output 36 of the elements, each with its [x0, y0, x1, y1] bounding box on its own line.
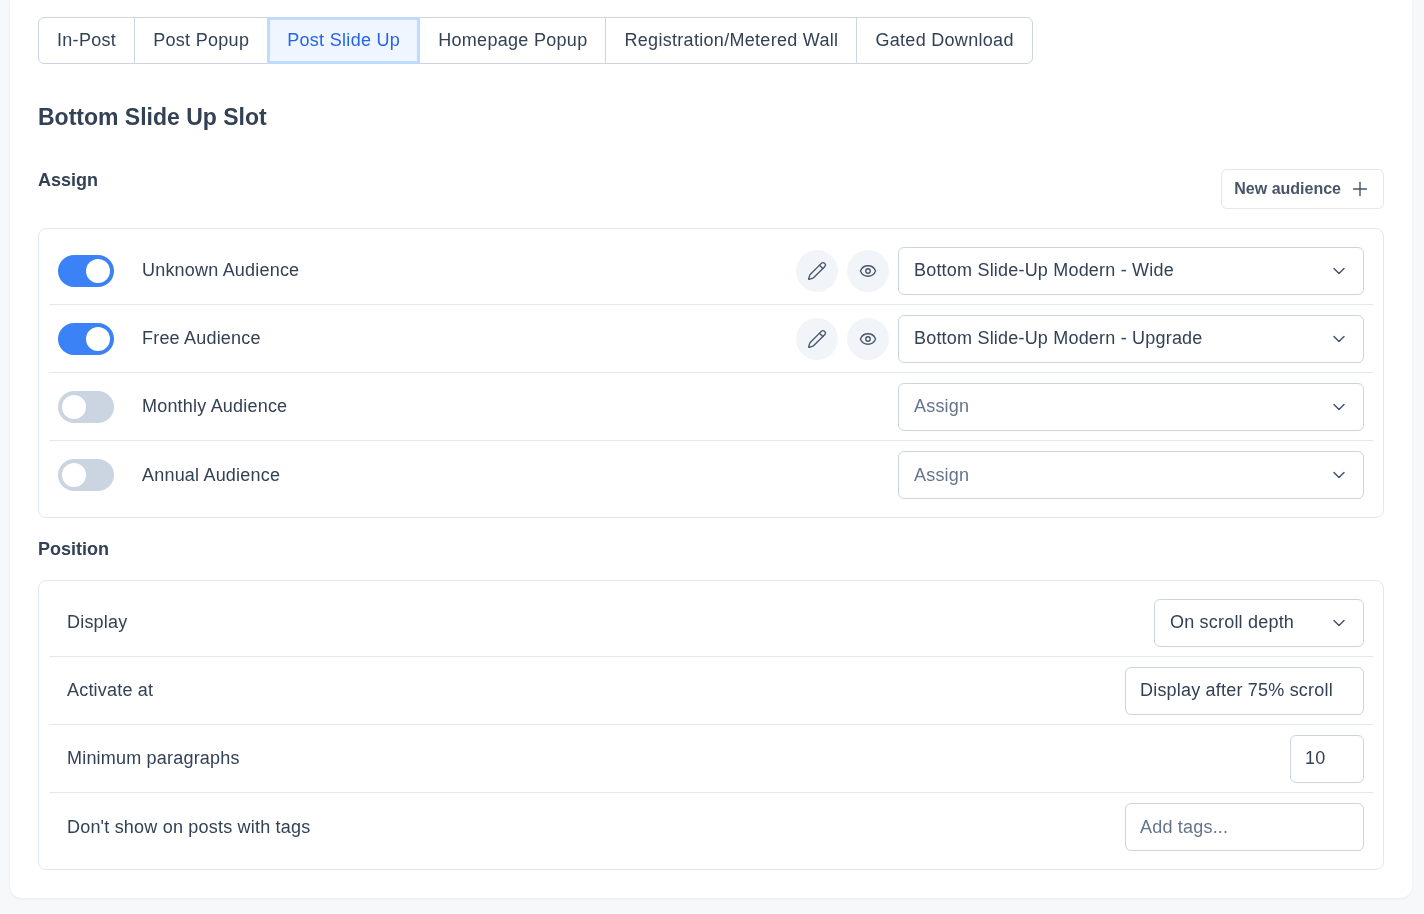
tab[interactable]: Homepage Popup — [419, 17, 607, 64]
template-select[interactable]: Bottom Slide-Up Modern - Wide — [898, 246, 1364, 295]
activate-at-field[interactable]: Display after 75% scroll — [1125, 666, 1364, 715]
setting-label: Display — [67, 612, 128, 633]
new-audience-button[interactable]: New audience — [1221, 169, 1384, 209]
paragraphs-field[interactable]: 10 — [1290, 734, 1364, 783]
tags-field[interactable]: Add tags... — [1125, 803, 1364, 851]
toggle-switch[interactable] — [58, 459, 114, 491]
template-select[interactable]: Assign — [898, 382, 1364, 431]
audience-name: Free Audience — [142, 328, 261, 349]
edit-button[interactable] — [796, 249, 838, 292]
audience-name: Unknown Audience — [142, 260, 300, 281]
template-select[interactable]: Assign — [898, 451, 1364, 499]
template-select[interactable]: Bottom Slide-Up Modern - Upgrade — [898, 314, 1364, 363]
pencil-icon — [807, 328, 827, 349]
section-heading: Assign — [38, 169, 98, 192]
tab[interactable]: Post Popup — [134, 17, 269, 64]
audience-name: Annual Audience — [142, 464, 281, 486]
toggle-switch[interactable] — [58, 322, 114, 355]
setting-label: Activate at — [67, 680, 154, 701]
display-select[interactable]: On scroll depth — [1154, 598, 1364, 647]
tab[interactable]: Gated Download — [856, 17, 1033, 64]
edit-button[interactable] — [796, 317, 838, 360]
tab[interactable]: Post Slide Up — [267, 17, 421, 64]
setting-label: Minimum paragraphs — [67, 748, 240, 769]
section-heading: Position — [38, 538, 110, 561]
slot-title: Bottom Slide Up Slot — [38, 103, 268, 131]
toggle-switch[interactable] — [58, 254, 114, 287]
preview-button[interactable] — [847, 249, 889, 292]
setting-label: Don't show on posts with tags — [67, 816, 311, 838]
toggle-switch[interactable] — [58, 390, 114, 423]
audience-name: Monthly Audience — [142, 396, 288, 417]
preview-button[interactable] — [847, 317, 889, 360]
tab[interactable]: In-Post — [38, 17, 136, 64]
pencil-icon — [807, 260, 827, 281]
tab[interactable]: Registration/Metered Wall — [605, 17, 858, 64]
